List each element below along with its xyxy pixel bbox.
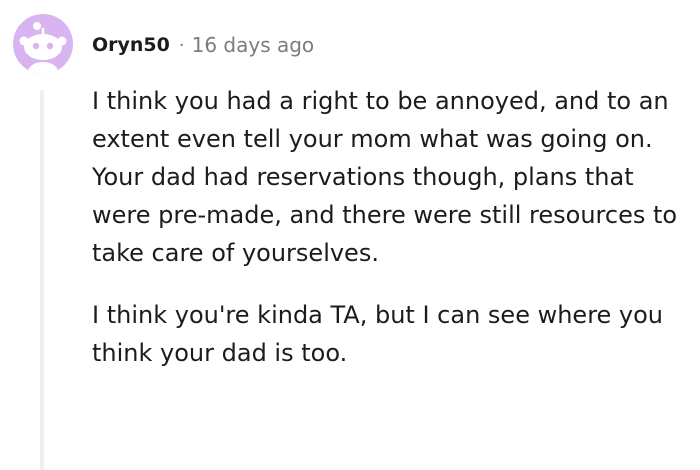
avatar[interactable]: [13, 14, 73, 74]
thread-collapse-line[interactable]: [40, 90, 44, 470]
header-separator: ·: [178, 34, 185, 56]
author-username[interactable]: Oryn50: [92, 34, 170, 56]
comment-timestamp[interactable]: 16 days ago: [192, 33, 315, 57]
reddit-snoo-icon: [19, 22, 67, 74]
comment-paragraph: I think you're kinda TA, but I can see w…: [92, 301, 664, 367]
comment-header: Oryn50 · 16 days ago: [92, 30, 314, 60]
comment-paragraph: I think you had a right to be annoyed, a…: [92, 87, 678, 267]
comment-body: I think you had a right to be annoyed, a…: [92, 82, 692, 372]
comment: Oryn50 · 16 days ago I think you had a r…: [0, 0, 700, 470]
